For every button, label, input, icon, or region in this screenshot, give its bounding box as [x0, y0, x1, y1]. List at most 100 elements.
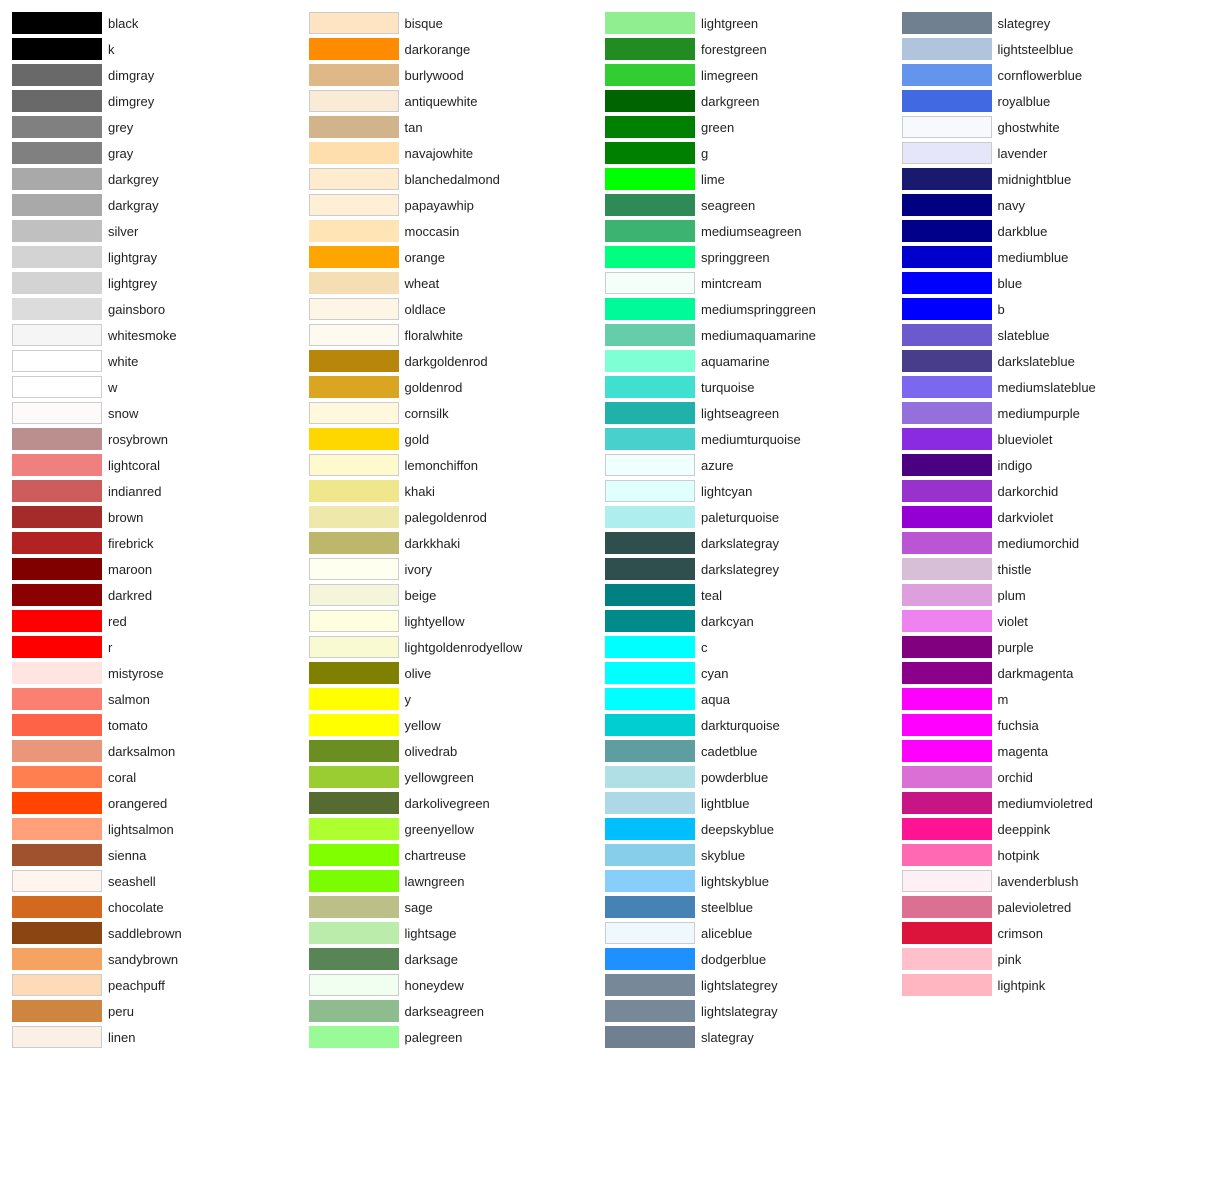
color-label: darkseagreen	[405, 1004, 485, 1019]
color-swatch	[605, 792, 695, 814]
color-item: seagreen	[603, 192, 900, 218]
color-swatch	[309, 610, 399, 632]
color-label: burlywood	[405, 68, 464, 83]
color-item: snow	[10, 400, 307, 426]
color-item: moccasin	[307, 218, 604, 244]
color-label: navy	[998, 198, 1025, 213]
color-item: royalblue	[900, 88, 1197, 114]
color-item: mediumturquoise	[603, 426, 900, 452]
color-item: darksage	[307, 946, 604, 972]
color-swatch	[605, 194, 695, 216]
color-label: dimgrey	[108, 94, 154, 109]
color-swatch	[12, 194, 102, 216]
color-item: blue	[900, 270, 1197, 296]
color-label: lightyellow	[405, 614, 465, 629]
color-label: sienna	[108, 848, 146, 863]
color-item: orangered	[10, 790, 307, 816]
color-label: blueviolet	[998, 432, 1053, 447]
color-swatch	[902, 558, 992, 580]
color-swatch	[605, 714, 695, 736]
color-swatch	[12, 454, 102, 476]
color-swatch	[309, 714, 399, 736]
color-label: lightpink	[998, 978, 1046, 993]
color-column-0: blackkdimgraydimgreygreygraydarkgreydark…	[10, 10, 307, 1050]
color-label: m	[998, 692, 1009, 707]
color-label: dodgerblue	[701, 952, 766, 967]
color-label: lightsalmon	[108, 822, 174, 837]
color-swatch	[605, 558, 695, 580]
color-item: salmon	[10, 686, 307, 712]
color-label: darkorchid	[998, 484, 1059, 499]
color-label: lime	[701, 172, 725, 187]
color-item: lightgoldenrodyellow	[307, 634, 604, 660]
color-item: deepskyblue	[603, 816, 900, 842]
color-item: darkorchid	[900, 478, 1197, 504]
color-item: goldenrod	[307, 374, 604, 400]
color-swatch	[12, 792, 102, 814]
color-item: gold	[307, 426, 604, 452]
color-swatch	[12, 428, 102, 450]
color-item: beige	[307, 582, 604, 608]
color-swatch	[12, 246, 102, 268]
color-swatch	[12, 558, 102, 580]
color-label: darkkhaki	[405, 536, 461, 551]
color-swatch	[902, 220, 992, 242]
color-swatch	[902, 922, 992, 944]
color-item: lavenderblush	[900, 868, 1197, 894]
color-label: paleturquoise	[701, 510, 779, 525]
color-swatch	[902, 688, 992, 710]
color-label: chartreuse	[405, 848, 466, 863]
color-swatch	[902, 90, 992, 112]
color-swatch	[12, 480, 102, 502]
color-swatch	[902, 246, 992, 268]
color-item: lightsalmon	[10, 816, 307, 842]
color-item: y	[307, 686, 604, 712]
color-item: lightskyblue	[603, 868, 900, 894]
color-item: forestgreen	[603, 36, 900, 62]
color-swatch	[12, 38, 102, 60]
color-label: sage	[405, 900, 433, 915]
color-swatch	[605, 428, 695, 450]
color-label: mediumaquamarine	[701, 328, 816, 343]
color-swatch	[309, 974, 399, 996]
color-swatch	[12, 844, 102, 866]
color-item: whitesmoke	[10, 322, 307, 348]
color-swatch	[12, 896, 102, 918]
color-swatch	[309, 688, 399, 710]
color-swatch	[902, 948, 992, 970]
color-item: black	[10, 10, 307, 36]
color-item: maroon	[10, 556, 307, 582]
color-item: firebrick	[10, 530, 307, 556]
color-swatch	[605, 506, 695, 528]
color-label: darkslategray	[701, 536, 779, 551]
color-item: w	[10, 374, 307, 400]
color-item: darkgreen	[603, 88, 900, 114]
color-swatch	[605, 662, 695, 684]
color-swatch	[309, 246, 399, 268]
color-item: navajowhite	[307, 140, 604, 166]
color-label: tan	[405, 120, 423, 135]
color-swatch	[605, 454, 695, 476]
color-swatch	[605, 1000, 695, 1022]
color-swatch	[309, 870, 399, 892]
color-label: darkblue	[998, 224, 1048, 239]
color-swatch	[309, 220, 399, 242]
color-item: powderblue	[603, 764, 900, 790]
color-item: thistle	[900, 556, 1197, 582]
color-swatch	[309, 584, 399, 606]
color-item: darkslategrey	[603, 556, 900, 582]
color-item: honeydew	[307, 972, 604, 998]
color-swatch	[309, 90, 399, 112]
color-item: darkolivegreen	[307, 790, 604, 816]
color-item: orange	[307, 244, 604, 270]
color-item: sage	[307, 894, 604, 920]
color-swatch	[12, 818, 102, 840]
color-label: lightslategrey	[701, 978, 778, 993]
color-item: lawngreen	[307, 868, 604, 894]
color-swatch	[309, 38, 399, 60]
color-swatch	[605, 532, 695, 554]
color-swatch	[309, 896, 399, 918]
color-item: b	[900, 296, 1197, 322]
color-item: mediumslateblue	[900, 374, 1197, 400]
color-item: palegreen	[307, 1024, 604, 1050]
